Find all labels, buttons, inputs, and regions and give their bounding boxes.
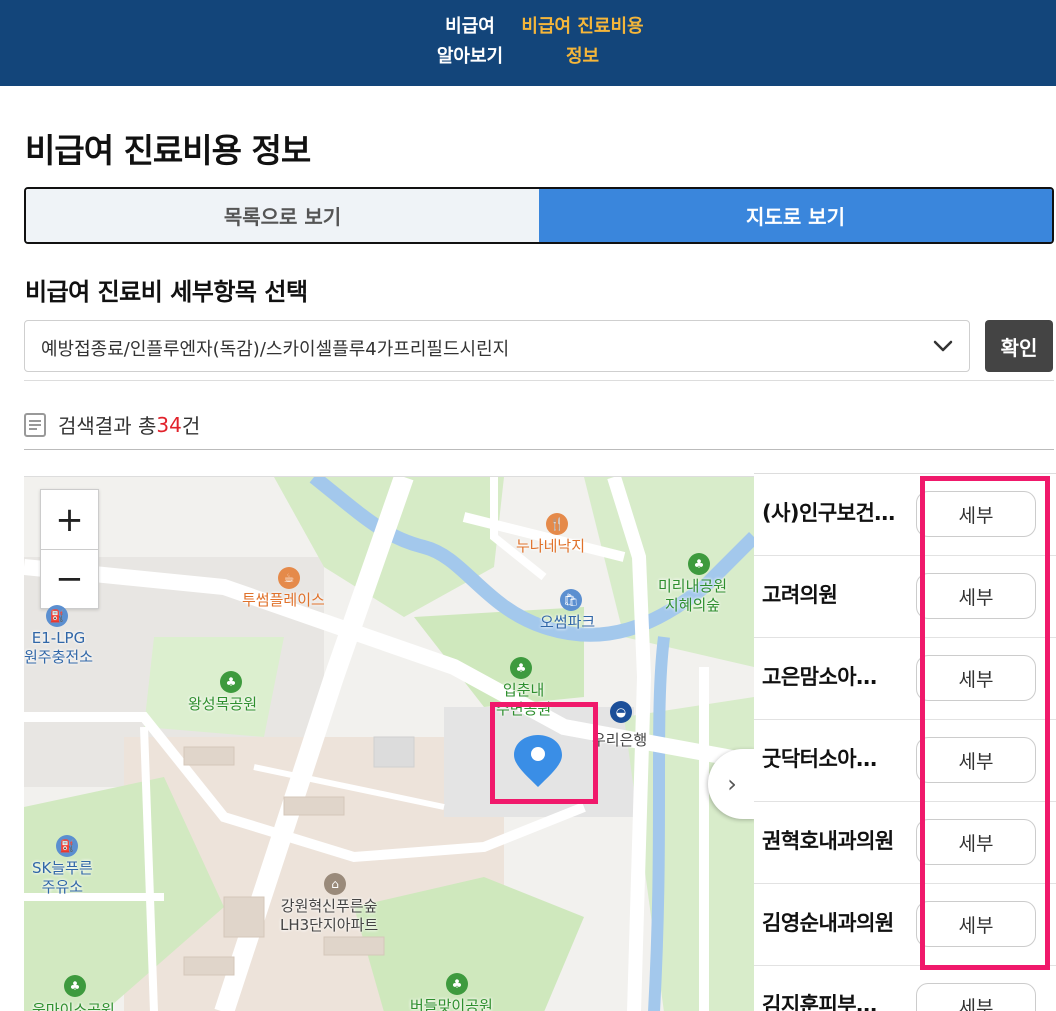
park-icon[interactable]: ♣ — [446, 973, 468, 995]
pin-highlight-box — [490, 702, 598, 804]
section-label: 비급여 진료비 세부항목 선택 — [25, 278, 308, 306]
map-label-mirinae[interactable]: 미리내공원 지혜의숲 — [658, 577, 727, 615]
map-label-sk[interactable]: SK늘푸른 주유소 — [32, 859, 93, 897]
tab-list-view[interactable]: 목록으로 보기 — [26, 189, 539, 242]
map-label-e1-lpg[interactable]: E1-LPG 원주충전소 — [24, 629, 93, 667]
map-label-line: 강원혁신푸른숲 — [280, 897, 378, 915]
map-label-line: 미리내공원 — [658, 577, 728, 595]
selected-item-value: 예방접종료/인플루엔자(독감)/스카이셀플루4가프리필드시린지 — [41, 339, 510, 360]
cafe-icon[interactable]: ☕ — [278, 567, 300, 589]
divider — [24, 449, 1054, 450]
tab-map-view[interactable]: 지도로 보기 — [539, 189, 1052, 242]
map-label-beodeulmaei[interactable]: 버들맞이공원 — [410, 997, 493, 1011]
map-label-line: E1-LPG — [31, 629, 86, 647]
map-view[interactable]: + − 🍴 누나네낙지 ☕ 투썸플레이스 ⛽ E1-LPG 원주충전소 🛍 오썸… — [24, 476, 754, 1011]
map-label-osseom-park[interactable]: 오썸파크 — [540, 613, 595, 632]
map-label-line: LH3단지아파트 — [280, 916, 379, 934]
park-icon[interactable]: ♣ — [688, 553, 710, 575]
gas-station-icon[interactable]: ⛽ — [56, 835, 78, 857]
hospital-name: 고려의원 — [762, 583, 838, 607]
chevron-down-icon — [933, 340, 953, 352]
map-label-line: 지혜의숲 — [664, 596, 721, 614]
result-suffix: 건 — [181, 414, 201, 438]
map-label-line: 입춘내 — [502, 681, 545, 699]
restaurant-icon[interactable]: 🍴 — [546, 513, 568, 535]
nav-item-line-2: 알아보기 — [436, 46, 504, 67]
zoom-in-button[interactable]: + — [41, 490, 98, 549]
map-label-umaisu[interactable]: 움마이소공원 — [32, 1001, 115, 1011]
hospital-name: 김지훈피부… — [762, 993, 877, 1011]
map-label-nunanaenakji[interactable]: 누나네낙지 — [516, 537, 585, 556]
bank-icon[interactable]: ◒ — [610, 701, 632, 723]
hospital-name: 김영순내과의원 — [762, 911, 894, 935]
zoom-control: + − — [40, 489, 99, 609]
hospital-name: 굿닥터소아… — [762, 747, 877, 771]
map-label-woori-bank[interactable]: 우리은행 — [592, 731, 647, 750]
detail-buttons-highlight-box — [920, 476, 1050, 970]
detail-button[interactable]: 세부 — [916, 983, 1036, 1011]
map-label-line: 원주충전소 — [24, 648, 94, 666]
result-count: 34 — [156, 412, 182, 437]
page-title: 비급여 진료비용 정보 — [25, 131, 311, 170]
hospital-name: (사)인구보건… — [762, 501, 895, 525]
chevron-right-icon: › — [727, 770, 737, 798]
result-prefix: 검색결과 총 — [58, 414, 157, 438]
search-result-count: 검색결과 총 34 건 — [24, 410, 200, 439]
top-navigation-bar: 비급여 알아보기 비급여 진료비용 정보 — [0, 0, 1056, 86]
document-icon — [24, 412, 46, 437]
map-label-wangseongmok[interactable]: 왕성목공원 — [188, 695, 257, 714]
confirm-button[interactable]: 확인 — [985, 320, 1053, 372]
map-label-twosome[interactable]: 투썸플레이스 — [242, 591, 325, 610]
nav-item-noncovered-info[interactable]: 비급여 알아보기 — [425, 12, 515, 72]
view-toggle: 목록으로 보기 지도로 보기 — [24, 187, 1054, 244]
zoom-out-button[interactable]: − — [41, 549, 98, 608]
park-icon[interactable]: ♣ — [64, 975, 86, 997]
item-select-dropdown[interactable]: 예방접종료/인플루엔자(독감)/스카이셀플루4가프리필드시린지 — [24, 320, 970, 372]
park-icon[interactable]: ♣ — [510, 657, 532, 679]
hospital-name: 권혁호내과의원 — [762, 829, 894, 853]
nav-item-line-1: 비급여 진료비용 — [521, 16, 644, 37]
park-icon[interactable]: ♣ — [220, 671, 242, 693]
divider — [24, 380, 1054, 381]
list-item[interactable]: 김지훈피부… 세부 — [754, 966, 1056, 1011]
apartment-icon[interactable]: ⌂ — [324, 873, 346, 895]
nav-item-noncovered-cost[interactable]: 비급여 진료비용 정보 — [515, 12, 650, 72]
map-label-line: SK늘푸른 — [32, 859, 93, 877]
map-label-line: 주유소 — [41, 878, 84, 896]
nav-item-line-1: 비급여 — [445, 16, 495, 37]
gas-station-icon[interactable]: ⛽ — [46, 605, 68, 627]
map-label-gangwon-apt[interactable]: 강원혁신푸른숲 LH3단지아파트 — [280, 897, 378, 935]
shopping-icon[interactable]: 🛍 — [560, 589, 582, 611]
hospital-name: 고은맘소아… — [762, 665, 877, 689]
nav-item-line-2: 정보 — [565, 46, 600, 67]
